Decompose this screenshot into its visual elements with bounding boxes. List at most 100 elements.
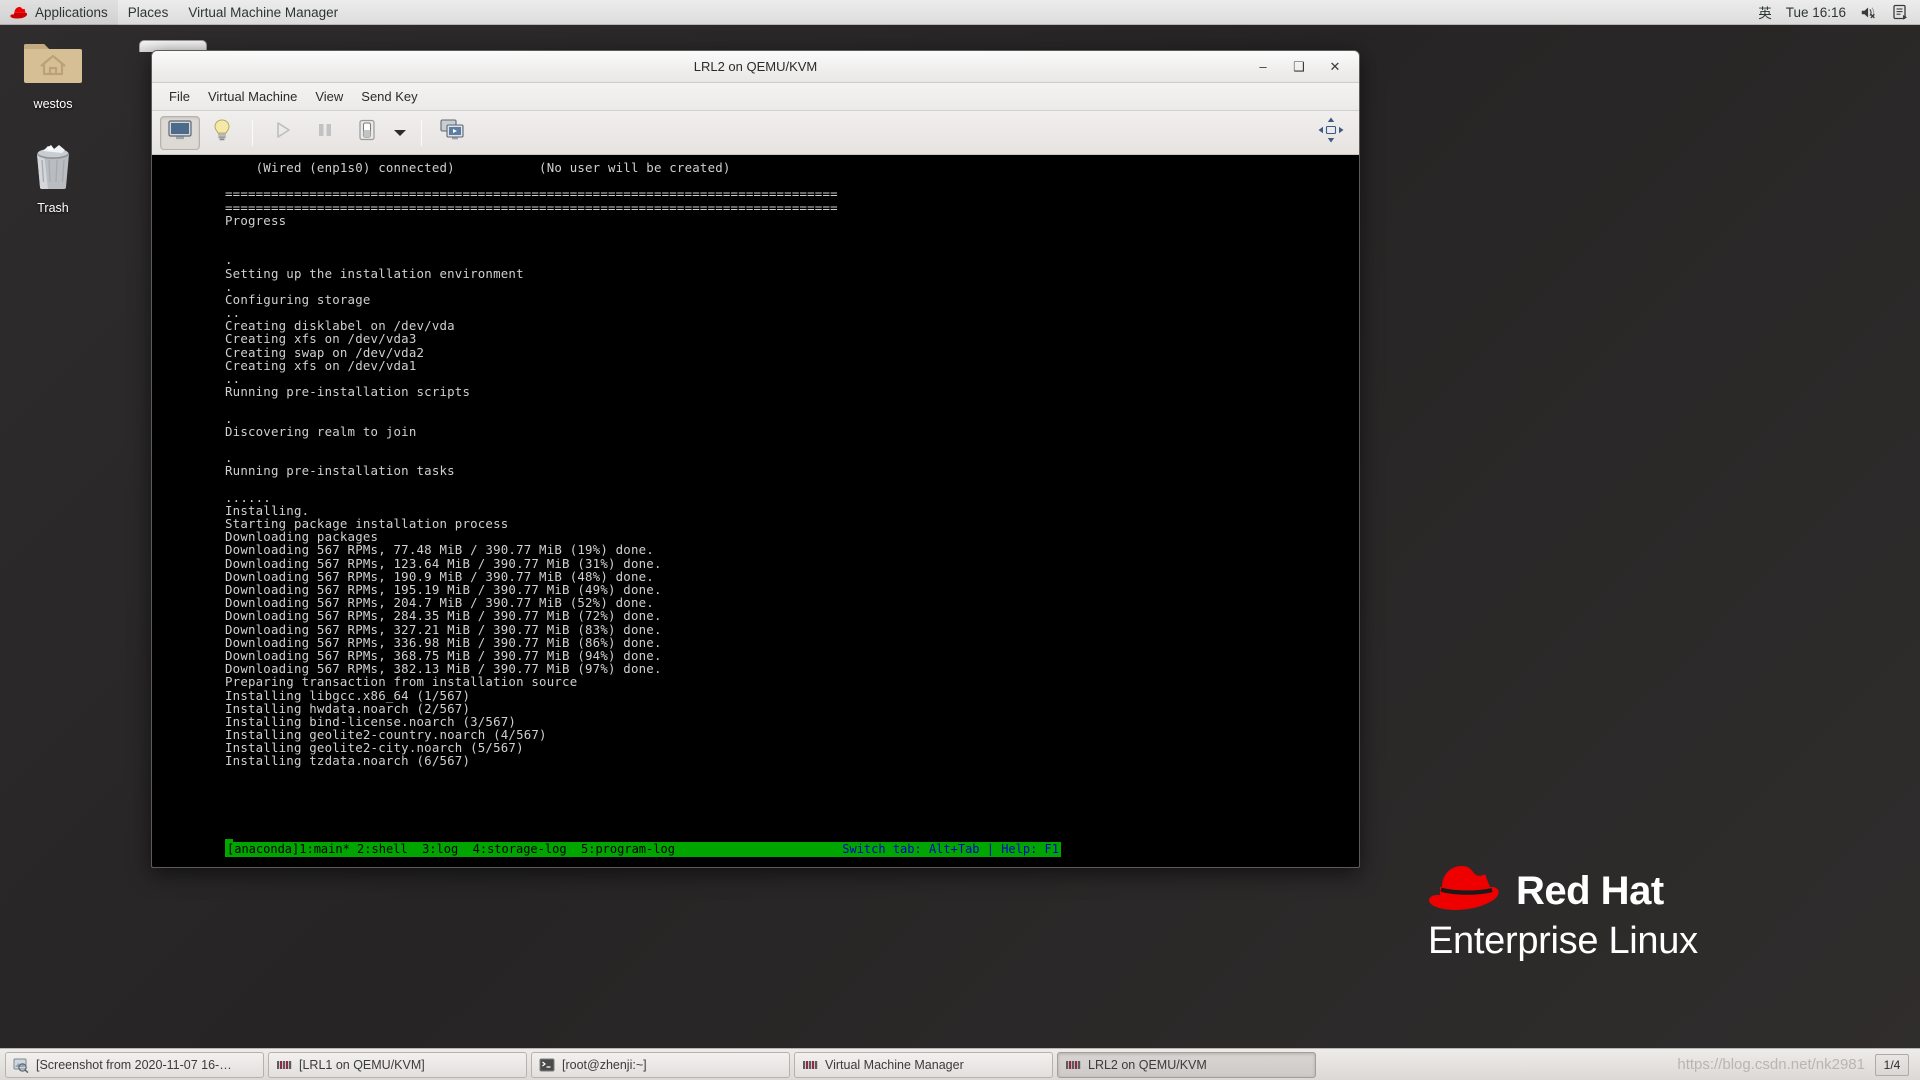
console-line: Creating xfs on /dev/vda1	[225, 357, 417, 373]
console-line: ......	[225, 489, 271, 505]
console-line: Downloading 567 RPMs, 327.21 MiB / 390.7…	[225, 621, 662, 637]
red-hat-hat-icon	[1428, 865, 1502, 916]
volume-muted-icon[interactable]	[1860, 5, 1878, 20]
menu-view[interactable]: View	[306, 86, 352, 107]
chevron-down-icon	[394, 124, 406, 142]
trash-icon	[29, 140, 77, 195]
menu-virtual-machine[interactable]: Virtual Machine	[199, 86, 306, 107]
active-app-menu[interactable]: Virtual Machine Manager	[178, 0, 348, 25]
places-menu-label: Places	[127, 4, 169, 20]
toolbar-separator-2	[421, 119, 422, 146]
taskbar-item-lrl2[interactable]: LRL2 on QEMU/KVM	[1057, 1051, 1316, 1078]
virt-manager-icon	[1065, 1057, 1081, 1073]
desktop-icon-label: Trash	[37, 201, 69, 215]
console-line: ========================================…	[225, 199, 838, 215]
details-view-button[interactable]	[202, 116, 242, 150]
enterprise-linux-wordmark: Enterprise Linux	[1428, 920, 1698, 962]
pause-icon	[317, 121, 333, 144]
places-menu[interactable]: Places	[118, 0, 179, 25]
console-line: Progress	[225, 212, 287, 228]
taskbar-item-label: LRL2 on QEMU/KVM	[1088, 1057, 1207, 1072]
watermark-text: https://blog.csdn.net/nk2981	[1677, 1056, 1865, 1073]
console-line: .	[225, 278, 233, 294]
run-button[interactable]	[263, 116, 303, 150]
console-line: Creating xfs on /dev/vda3	[225, 331, 417, 347]
virt-manager-icon	[802, 1057, 818, 1073]
vm-window-titlebar[interactable]: LRL2 on QEMU/KVM – ❑ ✕	[152, 51, 1359, 83]
taskbar-item-screenshot[interactable]: [Screenshot from 2020-11-07 16-…	[5, 1051, 264, 1078]
shutdown-menu-button[interactable]	[389, 116, 411, 150]
red-hat-wordmark: Red Hat	[1516, 868, 1664, 913]
console-line: Installing libgcc.x86_64 (1/567)	[225, 687, 471, 703]
rhel-branding: Red Hat Enterprise Linux	[1428, 865, 1698, 966]
vm-toolbar	[152, 111, 1359, 155]
taskbar-item-label: Virtual Machine Manager	[825, 1057, 964, 1072]
power-switch-icon	[357, 119, 377, 146]
monitor-icon	[168, 120, 192, 145]
taskbar-item-label: [root@zhenji:~]	[562, 1057, 647, 1072]
console-line: Installing tzdata.noarch (6/567)	[225, 753, 471, 769]
workspace-switcher[interactable]: 1/4	[1875, 1053, 1909, 1076]
red-hat-logo-icon	[10, 6, 28, 19]
console-line: Configuring storage	[225, 291, 371, 307]
console-line: Downloading 567 RPMs, 336.98 MiB / 390.7…	[225, 634, 662, 650]
window-controls: – ❑ ✕	[1255, 59, 1359, 75]
vm-guest-display[interactable]: (Wired (enp1s0) connected) (No user will…	[152, 155, 1359, 867]
notes-icon[interactable]	[1892, 4, 1908, 20]
console-view-button[interactable]	[160, 115, 200, 150]
snapshots-button[interactable]	[432, 116, 472, 150]
menu-file[interactable]: File	[160, 86, 199, 107]
active-app-label: Virtual Machine Manager	[188, 4, 339, 20]
toolbar-separator	[252, 119, 253, 146]
pause-button[interactable]	[305, 116, 345, 150]
expand-arrows-icon	[1318, 117, 1344, 148]
maximize-button[interactable]: ❑	[1291, 59, 1307, 75]
desktop-icon-westos[interactable]: westos	[8, 36, 98, 111]
console-line: Discovering realm to join	[225, 423, 417, 439]
taskbar-item-label: [LRL1 on QEMU/KVM]	[299, 1057, 425, 1072]
taskbar: [Screenshot from 2020-11-07 16-… [LRL1 o…	[0, 1048, 1920, 1080]
desktop-icon-trash[interactable]: Trash	[8, 140, 98, 215]
console-line: Installing hwdata.noarch (2/567)	[225, 700, 471, 716]
image-viewer-icon	[13, 1057, 29, 1073]
anaconda-console-output: (Wired (enp1s0) connected) (No user will…	[152, 155, 1359, 768]
console-line: .	[225, 410, 233, 426]
input-method-indicator[interactable]: 英	[1758, 2, 1772, 22]
console-line: (Wired (enp1s0) connected) (No user will…	[225, 160, 731, 175]
play-icon	[274, 121, 292, 144]
home-folder-icon	[24, 36, 82, 91]
console-line: ========================================…	[225, 186, 838, 202]
console-line: Downloading 567 RPMs, 77.48 MiB / 390.77…	[225, 542, 654, 558]
vm-window-title: LRL2 on QEMU/KVM	[693, 59, 818, 74]
taskbar-item-virt-manager[interactable]: Virtual Machine Manager	[794, 1051, 1053, 1078]
close-button[interactable]: ✕	[1327, 59, 1343, 75]
terminal-icon	[539, 1057, 555, 1073]
taskbar-item-lrl1[interactable]: [LRL1 on QEMU/KVM]	[268, 1051, 527, 1078]
panel-status-area: 英 Tue 16:16	[1758, 0, 1920, 25]
lightbulb-icon	[212, 119, 232, 146]
console-line: Preparing transaction from installation …	[225, 674, 578, 690]
clock[interactable]: Tue 16:16	[1786, 5, 1846, 20]
console-line: Setting up the installation environment	[225, 265, 524, 281]
console-line: Creating swap on /dev/vda2	[225, 344, 425, 360]
taskbar-item-label: [Screenshot from 2020-11-07 16-…	[36, 1057, 232, 1072]
tmux-tab-list: [anaconda]1:main* 2:shell 3:log 4:storag…	[227, 842, 675, 856]
menu-send-key[interactable]: Send Key	[352, 86, 426, 107]
applications-menu-label: Applications	[35, 4, 108, 20]
virt-manager-icon	[276, 1057, 292, 1073]
anaconda-tmux-statusbar: [anaconda]1:main* 2:shell 3:log 4:storag…	[225, 842, 1061, 857]
shutdown-button[interactable]	[347, 116, 387, 150]
console-line: Running pre-installation tasks	[225, 463, 455, 479]
top-panel: Applications Places Virtual Machine Mana…	[0, 0, 1920, 25]
fullscreen-button[interactable]	[1311, 116, 1351, 150]
vm-console-window: LRL2 on QEMU/KVM – ❑ ✕ File Virtual Mach…	[151, 50, 1360, 868]
minimize-button[interactable]: –	[1255, 59, 1271, 75]
taskbar-item-terminal[interactable]: [root@zhenji:~]	[531, 1051, 790, 1078]
applications-menu[interactable]: Applications	[0, 0, 118, 25]
taskbar-right-area: https://blog.csdn.net/nk2981 1/4	[1677, 1053, 1917, 1076]
